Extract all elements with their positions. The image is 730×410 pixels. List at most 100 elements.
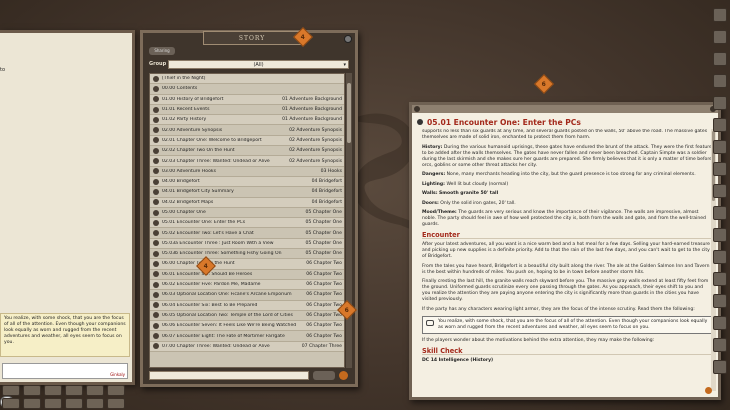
story-search-input[interactable] — [149, 371, 309, 380]
entry-link-icon[interactable] — [153, 137, 159, 144]
story-list-item[interactable]: 06.02 Encounter Five: Pardon Me, Madame 0… — [150, 279, 344, 291]
story-list-item[interactable]: 07.00 Chapter Three: Wanted: Undead or A… — [150, 341, 344, 353]
story-list-item[interactable]: 00.00 Contents — [150, 84, 344, 95]
story-list-item[interactable]: 06.05 Optional Location Two: Temple of t… — [150, 311, 344, 322]
hotkey-slot[interactable] — [2, 385, 20, 396]
story-list-item[interactable]: 06.04 Encounter Six: Best To Be Prepared… — [150, 300, 344, 311]
sidebar-button[interactable] — [713, 316, 727, 330]
hotkey-slot[interactable] — [44, 398, 62, 409]
read-aloud-box[interactable]: You realize, with some shock, that you a… — [422, 316, 712, 334]
entry-link-icon[interactable] — [153, 96, 159, 103]
hotkey-slot[interactable] — [86, 385, 104, 396]
entry-link-icon[interactable] — [153, 343, 159, 350]
entry-link-icon[interactable] — [153, 322, 159, 329]
story-list-item[interactable]: 05.02 Encounter Two: Let's Have a Chat 05… — [150, 228, 344, 239]
edit-icon[interactable] — [339, 371, 348, 380]
entry-link-icon[interactable] — [153, 178, 159, 185]
story-list-item[interactable]: 06.07 Encounter Eight: The Fate of Morti… — [150, 331, 344, 342]
sidebar-button[interactable] — [713, 228, 727, 242]
entry-link-icon[interactable] — [153, 250, 159, 257]
entry-link-icon[interactable] — [153, 168, 159, 175]
sidebar-button[interactable] — [713, 118, 727, 132]
entry-title[interactable]: 05.01 Encounter One: Enter the PCs — [427, 118, 581, 127]
hotkey-slot[interactable] — [65, 398, 83, 409]
entry-link-icon[interactable] — [153, 240, 159, 247]
entry-link-icon[interactable] — [153, 302, 159, 309]
chat-input[interactable]: Ginkaly — [2, 363, 128, 379]
sidebar-button[interactable] — [713, 74, 727, 88]
story-list-item[interactable]: 04.01 Bridgefort City Summary 04 Bridgefo… — [150, 187, 344, 198]
group-select[interactable]: (All) ▾ — [168, 59, 349, 69]
sidebar-button[interactable] — [713, 360, 727, 374]
hotkey-slot[interactable] — [2, 398, 20, 409]
entry-link-icon[interactable] — [417, 119, 423, 125]
story-add-button[interactable] — [313, 371, 335, 380]
entry-link-icon[interactable] — [153, 312, 159, 319]
hotkey-slot[interactable] — [107, 398, 125, 409]
story-list-item[interactable]: 06.03 Optional Location One: Ficane's Ar… — [150, 290, 344, 301]
story-list-item[interactable]: 01.00 History of Bridgefort 01 Adventure … — [150, 94, 344, 105]
entry-link-icon[interactable] — [414, 106, 420, 112]
story-list-item[interactable]: 05.01 Encounter One: Enter the PCs 05 Cha… — [150, 218, 344, 229]
sidebar-button[interactable] — [713, 184, 727, 198]
entry-link-icon[interactable] — [153, 188, 159, 195]
entry-link-icon[interactable] — [153, 230, 159, 237]
story-list-item[interactable]: 02.02 Chapter Two On the Hunt 02 Adventur… — [150, 146, 344, 157]
sidebar-button[interactable] — [713, 338, 727, 352]
story-list-item[interactable]: 04.00 Bridgefort 04 Bridgefort — [150, 176, 344, 188]
entry-link-icon[interactable] — [153, 147, 159, 154]
story-list-item[interactable]: 06.01 Encounter Six: Should Be Heroes 06 … — [150, 270, 344, 280]
story-list-item[interactable]: 02.01 Chapter One: Welcome to Bridgeport… — [150, 135, 344, 147]
sidebar-button[interactable] — [713, 206, 727, 220]
entry-link-icon[interactable] — [153, 106, 159, 113]
sidebar-button[interactable] — [713, 250, 727, 264]
entry-link-icon[interactable] — [153, 199, 159, 206]
story-list-item[interactable]: [Thief in the Night] — [150, 74, 344, 85]
entry-link-icon[interactable] — [153, 271, 159, 278]
story-list-item[interactable]: 02.03 Chapter Three: Wanted: Undead or A… — [150, 156, 344, 167]
sharing-button[interactable]: Sharing — [149, 47, 175, 55]
entry-link-icon[interactable] — [153, 281, 159, 288]
story-list-item[interactable]: 02.00 Adventure Synopsis 02 Adventure Syn… — [150, 125, 344, 136]
sidebar-button[interactable] — [713, 30, 727, 44]
sidebar-button[interactable] — [713, 96, 727, 110]
entry-link-icon[interactable] — [153, 333, 159, 340]
story-list-item[interactable]: 01.01 Recent Events 01 Adventure Backgrou… — [150, 105, 344, 116]
scrollbar-thumb[interactable] — [347, 83, 351, 143]
hotkey-slot[interactable] — [86, 398, 104, 409]
story-list-item[interactable]: 06.06 Encounter Seven: It Feels Like We'… — [150, 321, 344, 332]
sidebar-button[interactable] — [713, 294, 727, 308]
story-list-item[interactable]: 04.02 Bridgefort Maps 04 Bridgefort — [150, 197, 344, 208]
sidebar-button[interactable] — [713, 272, 727, 286]
entry-link-icon[interactable] — [153, 75, 159, 82]
sidebar-button[interactable] — [713, 140, 727, 154]
story-list-item[interactable]: 05.03a Encounter Three : Just Room With … — [150, 238, 344, 250]
entry-link-icon[interactable] — [153, 260, 159, 267]
hotkey-slot[interactable] — [107, 385, 125, 396]
close-icon[interactable] — [344, 35, 352, 43]
hotkey-slot[interactable] — [23, 398, 41, 409]
die[interactable]: 6 — [534, 74, 554, 94]
entry-link-icon[interactable] — [153, 158, 159, 165]
entry-link-icon[interactable] — [153, 291, 159, 298]
story-window-title[interactable]: STORY — [203, 31, 301, 45]
entry-link-icon[interactable] — [153, 209, 159, 216]
story-list-item[interactable]: 06.00 Chapter Two On the Hunt 06 Chapter … — [150, 259, 344, 270]
story-scrollbar[interactable] — [346, 73, 352, 368]
story-list-item[interactable]: 03.00 Adventure Hooks 03 Hooks — [150, 167, 344, 177]
sidebar-button[interactable] — [713, 52, 727, 66]
entry-link-icon[interactable] — [153, 127, 159, 134]
entry-link-icon[interactable] — [153, 219, 159, 226]
chat-identity[interactable]: Ginkaly — [110, 372, 125, 377]
entry-window-header[interactable] — [412, 105, 718, 113]
resize-handle-icon[interactable] — [705, 387, 712, 394]
hotkey-slot[interactable] — [44, 385, 62, 396]
sidebar-button[interactable] — [713, 162, 727, 176]
entry-link-icon[interactable] — [153, 85, 159, 92]
hotkey-slot[interactable] — [65, 385, 83, 396]
hotkey-slot[interactable] — [23, 385, 41, 396]
story-list-item[interactable]: 01.02 Party History 01 Adventure Backgrou… — [150, 115, 344, 126]
sidebar-button[interactable] — [713, 8, 727, 22]
story-list-item[interactable]: 05.03b Encounter Three: Something Fishy … — [150, 249, 344, 260]
chat-bubble-icon[interactable] — [426, 320, 434, 326]
